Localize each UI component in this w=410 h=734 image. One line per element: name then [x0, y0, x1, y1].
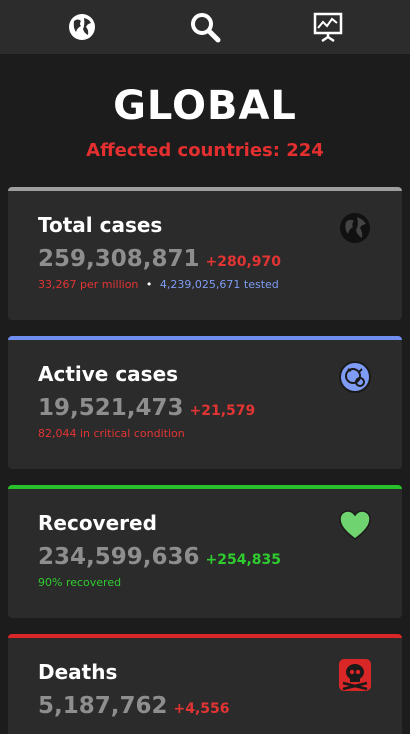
- card-title: Total cases: [38, 213, 163, 237]
- card-title: Recovered: [38, 511, 157, 535]
- value-row: 234,599,636 +254,835: [38, 544, 372, 570]
- chart-nav-button[interactable]: [308, 7, 348, 47]
- value-row: 5,187,762 +4,556: [38, 693, 372, 719]
- value-row: 19,521,473 +21,579: [38, 395, 372, 421]
- value-row: 259,308,871 +280,970: [38, 246, 372, 272]
- virus-face-icon: [339, 361, 371, 393]
- search-icon: [190, 13, 221, 43]
- recovered-card[interactable]: Recovered 234,599,636 +254,835 90% recov…: [8, 485, 402, 618]
- deaths-delta: +4,556: [173, 701, 230, 717]
- per-million: 33,267 per million: [38, 278, 139, 291]
- chart-presentation-icon: [314, 12, 343, 43]
- critical-count: 82,044 in critical condition: [38, 427, 185, 440]
- active-cases-value: 19,521,473: [38, 395, 184, 421]
- card-title: Deaths: [38, 660, 118, 684]
- total-cases-value: 259,308,871: [38, 246, 200, 272]
- active-cases-delta: +21,579: [189, 403, 256, 419]
- subline: 33,267 per million • 4,239,025,671 teste…: [38, 278, 372, 291]
- top-nav: [0, 0, 410, 54]
- stats-cards: Total cases 259,308,871 +280,970 33,267 …: [0, 187, 410, 734]
- heart-icon: [339, 510, 371, 540]
- separator: •: [145, 278, 153, 291]
- subline: 90% recovered: [38, 576, 372, 589]
- total-cases-card[interactable]: Total cases 259,308,871 +280,970 33,267 …: [8, 187, 402, 320]
- deaths-card[interactable]: Deaths 5,187,762 +4,556: [8, 634, 402, 734]
- deaths-value: 5,187,762: [38, 693, 168, 719]
- card-title: Active cases: [38, 362, 179, 386]
- active-cases-card[interactable]: Active cases 19,521,473 +21,579 82,044 i…: [8, 336, 402, 469]
- globe-nav-button[interactable]: [62, 7, 102, 47]
- skull-icon: [339, 659, 371, 691]
- subline: 82,044 in critical condition: [38, 427, 372, 440]
- page-title: GLOBAL: [113, 83, 297, 129]
- tested-count: 4,239,025,671 tested: [159, 278, 279, 291]
- affected-countries: Affected countries: 224: [86, 140, 324, 161]
- recovered-percent: 90% recovered: [38, 576, 122, 589]
- recovered-value: 234,599,636: [38, 544, 200, 570]
- recovered-delta: +254,835: [205, 552, 282, 568]
- globe-icon: [68, 14, 95, 40]
- total-cases-delta: +280,970: [205, 254, 282, 270]
- globe-icon: [340, 213, 370, 243]
- page-header: GLOBAL Affected countries: 224: [0, 54, 410, 161]
- search-nav-button[interactable]: [185, 7, 225, 47]
